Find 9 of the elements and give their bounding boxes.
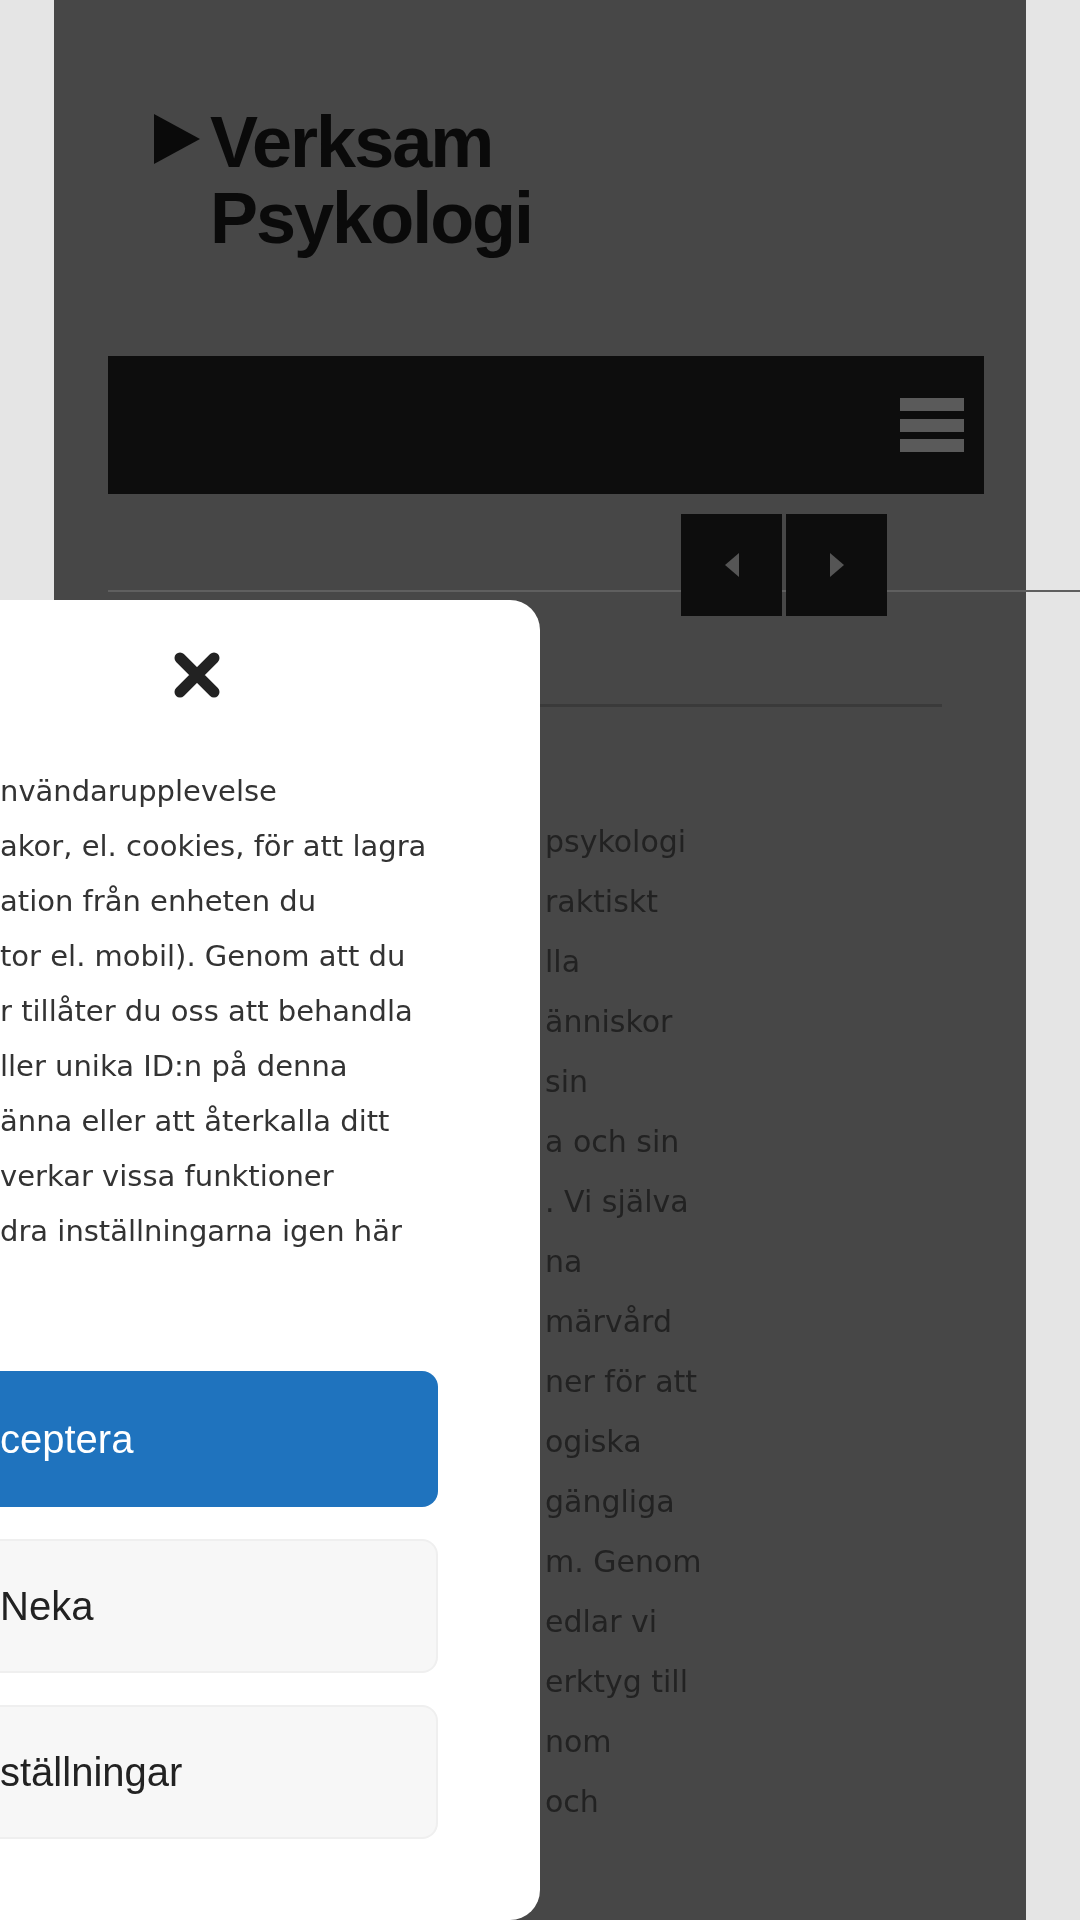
consent-button[interactable]: ställningar bbox=[0, 1705, 438, 1839]
right-arrow-icon bbox=[829, 553, 844, 577]
accept-button[interactable]: ceptera bbox=[0, 1371, 438, 1507]
left-arrow-icon bbox=[724, 553, 739, 577]
consent-button[interactable]: Neka bbox=[0, 1539, 438, 1673]
play-triangle-icon bbox=[154, 114, 200, 164]
close-icon[interactable] bbox=[174, 652, 220, 698]
menu-icon[interactable] bbox=[900, 398, 964, 452]
consent-text: nvändarupplevelse akor, el. cookies, för att lagra ation från enheten du tor el. mobil). Genom att du r tillåter du oss att behandla ller unika ID:n på denna änna eller att återkalla ditt verkar vissa funktioner dra inställningarna igen här bbox=[0, 773, 428, 1250]
